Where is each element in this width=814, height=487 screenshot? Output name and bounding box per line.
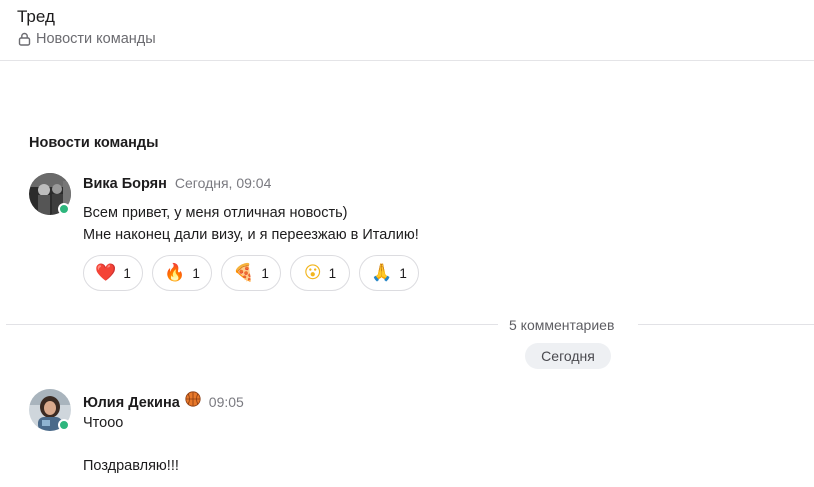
comments-count: 5 комментариев [509, 317, 615, 333]
day-separator: Сегодня [525, 343, 611, 369]
lock-icon [18, 32, 31, 46]
author-name[interactable]: Вика Борян [83, 176, 167, 192]
reaction-heart[interactable]: ❤️ 1 [83, 255, 143, 291]
reaction-count: 1 [328, 265, 337, 281]
channel-heading[interactable]: Новости команды [29, 135, 159, 151]
header-title: Тред [17, 7, 55, 26]
surprised-face-icon: 😮 [303, 262, 322, 283]
divider-line-right [638, 324, 814, 325]
author-name[interactable]: Юлия Декина [83, 395, 180, 411]
reaction-count: 1 [261, 265, 269, 281]
message-time[interactable]: Сегодня, 09:04 [175, 175, 271, 191]
reactions-bar: ❤️ 1 🔥 1 🍕 1 😮 1 🙏 1 [83, 255, 428, 291]
online-status-dot [58, 419, 70, 431]
message-time[interactable]: 09:05 [209, 394, 244, 410]
reaction-fire[interactable]: 🔥 1 [152, 255, 212, 291]
reaction-folded-hands[interactable]: 🙏 1 [359, 255, 419, 291]
heart-icon: ❤️ [95, 262, 117, 283]
reply-text-line-1: Чтооо [83, 415, 124, 431]
reaction-count: 1 [399, 265, 407, 281]
divider-line-left [6, 324, 498, 325]
fire-icon: 🔥 [164, 262, 186, 283]
message-line: Всем привет, у меня отличная новость) [83, 205, 348, 221]
reaction-count: 1 [123, 265, 131, 281]
reaction-count: 1 [192, 265, 200, 281]
reaction-surprised[interactable]: 😮 1 [290, 255, 350, 291]
thread-header: Тред Новости команды [0, 0, 814, 61]
root-message-header: Вика Борян Сегодня, 09:04 [83, 175, 271, 192]
header-channel-name: Новости команды [36, 31, 156, 47]
header-channel-link[interactable]: Новости команды [18, 31, 156, 47]
reply-text-line-2: Поздравляю!!! [83, 458, 179, 474]
message-line: Мне наконец дали визу, и я переезжаю в И… [83, 227, 419, 243]
online-status-dot [58, 203, 70, 215]
folded-hands-icon: 🙏 [371, 262, 393, 283]
basketball-icon [185, 391, 201, 407]
pizza-icon: 🍕 [233, 262, 255, 283]
reply-header: Юлия Декина 09:05 [83, 391, 244, 411]
root-message-text: Всем привет, у меня отличная новость) Мн… [83, 202, 419, 246]
reaction-pizza[interactable]: 🍕 1 [221, 255, 281, 291]
